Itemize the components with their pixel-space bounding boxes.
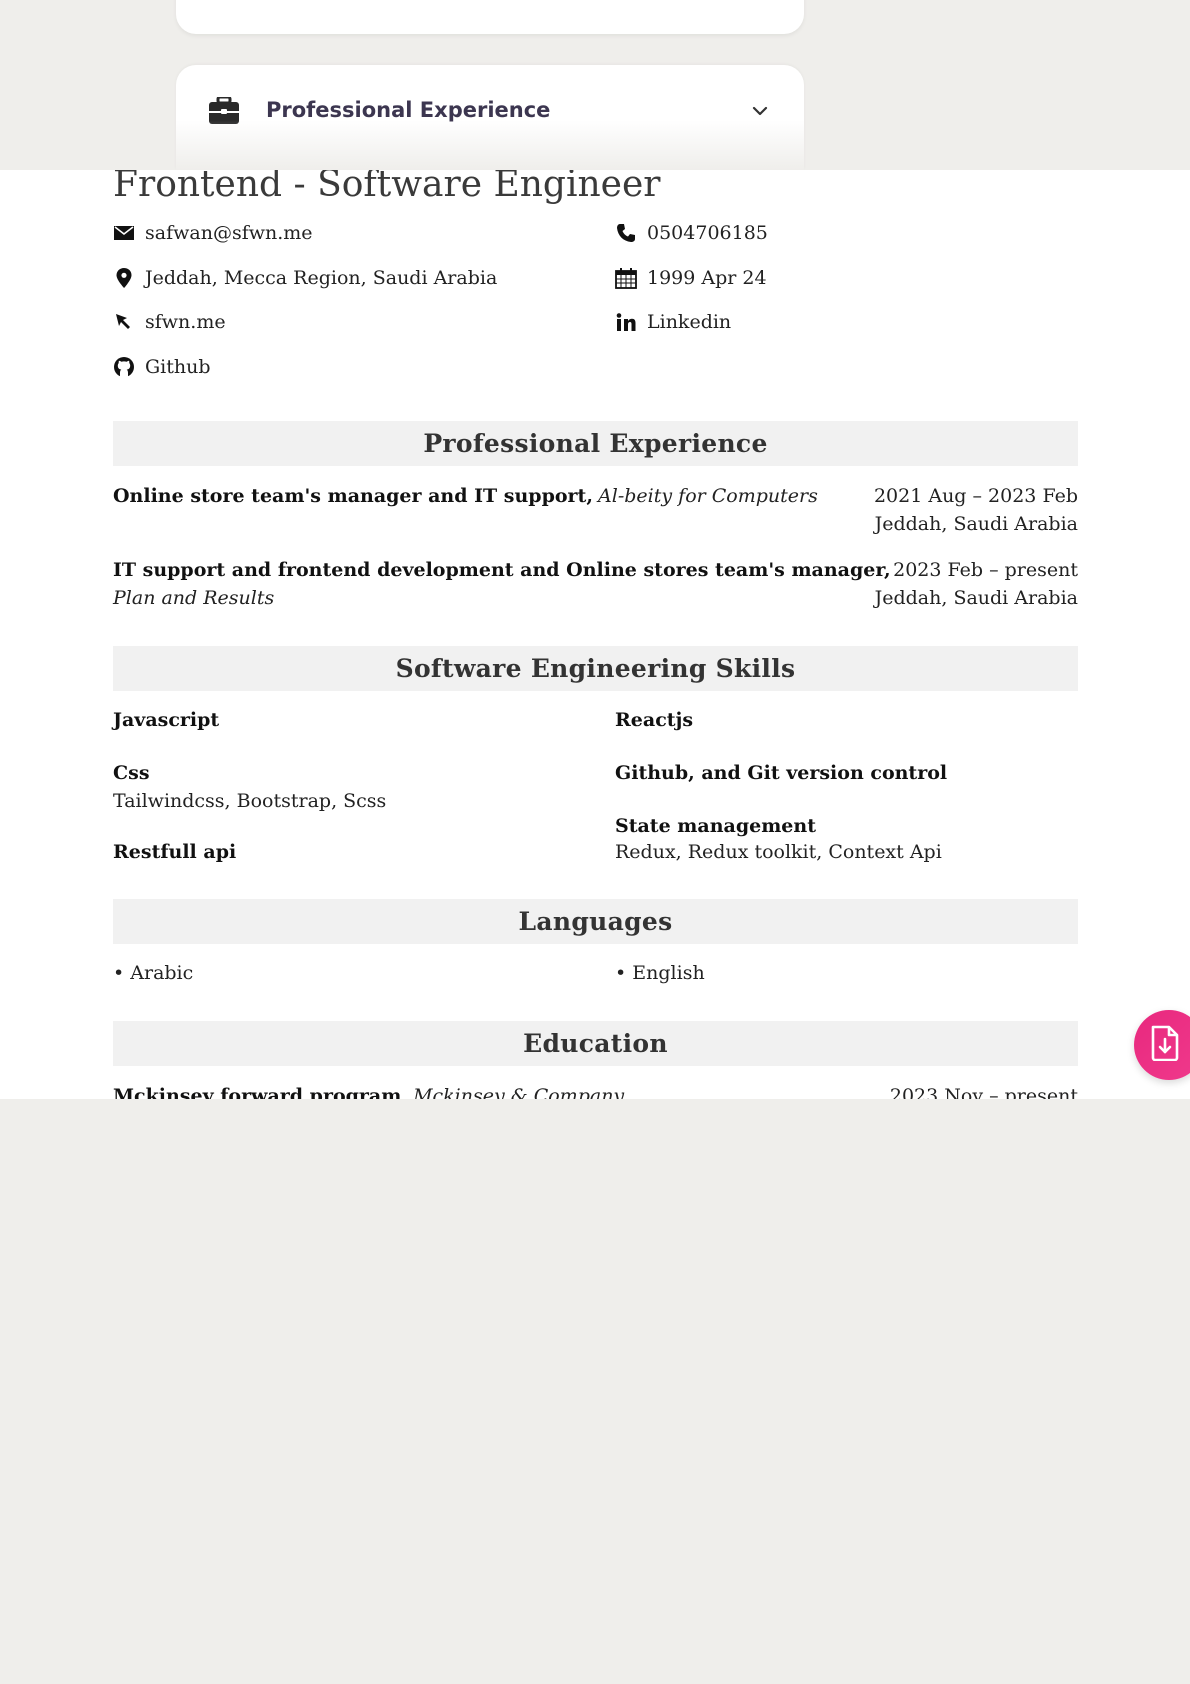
section-heading-experience: Professional Experience [113, 421, 1078, 466]
education-item-1-dates: 2023 Nov – present [889, 1085, 1078, 1099]
experience-item-2-location: Jeddah, Saudi Arabia [874, 587, 1078, 609]
section-heading-education: Education [113, 1021, 1078, 1066]
map-pin-icon [113, 267, 135, 289]
skill-git: Github, and Git version control [615, 762, 948, 784]
skill-css-detail: Tailwindcss, Bootstrap, Scss [113, 790, 387, 812]
section-heading-languages: Languages [113, 899, 1078, 944]
contact-location: Jeddah, Mecca Region, Saudi Arabia [113, 267, 497, 289]
contact-phone[interactable]: 0504706185 [615, 222, 768, 244]
experience-item-2-company: Plan and Results [113, 587, 275, 609]
education-item-1: Mckinsey forward program, Mckinsey & Com… [113, 1085, 625, 1099]
experience-item-1: Online store team's manager and IT suppo… [113, 485, 818, 507]
contact-linkedin[interactable]: Linkedin [615, 311, 731, 333]
linkedin-icon [615, 311, 637, 333]
contact-github[interactable]: Github [113, 356, 211, 378]
language-item: • English [615, 962, 705, 984]
skill-rest-api: Restfull api [113, 841, 237, 863]
contact-email[interactable]: safwan@sfwn.me [113, 222, 313, 244]
skill-reactjs: Reactjs [615, 709, 694, 731]
chevron-down-icon[interactable] [751, 103, 769, 117]
skill-javascript: Javascript [113, 709, 220, 731]
skill-state-management: State management [615, 815, 816, 837]
contact-website[interactable]: sfwn.me [113, 311, 226, 333]
experience-item-1-location: Jeddah, Saudi Arabia [874, 513, 1078, 535]
contact-birthdate: 1999 Apr 24 [615, 267, 767, 289]
skill-css: Css [113, 762, 150, 784]
resume-preview: Frontend - Software Engineer safwan@sfwn… [0, 170, 1190, 1099]
experience-editor-card[interactable]: Professional Experience [176, 65, 804, 170]
calendar-icon [615, 267, 637, 289]
experience-editor-title: Professional Experience [266, 98, 551, 122]
experience-item-2-role: IT support and frontend development and … [113, 559, 891, 581]
resume-job-title: Frontend - Software Engineer [113, 170, 661, 205]
phone-icon [615, 222, 637, 244]
envelope-icon [113, 222, 135, 244]
github-icon [113, 356, 135, 378]
skill-state-detail: Redux, Redux toolkit, Context Api [615, 841, 942, 863]
section-heading-skills: Software Engineering Skills [113, 646, 1078, 691]
file-download-icon [1150, 1025, 1180, 1065]
experience-item-2-dates: 2023 Feb – present [893, 559, 1078, 581]
cursor-arrow-icon [113, 311, 135, 333]
language-item: • Arabic [113, 962, 194, 984]
experience-item-1-dates: 2021 Aug – 2023 Feb [873, 485, 1078, 507]
editor-card-previous [176, 0, 804, 34]
